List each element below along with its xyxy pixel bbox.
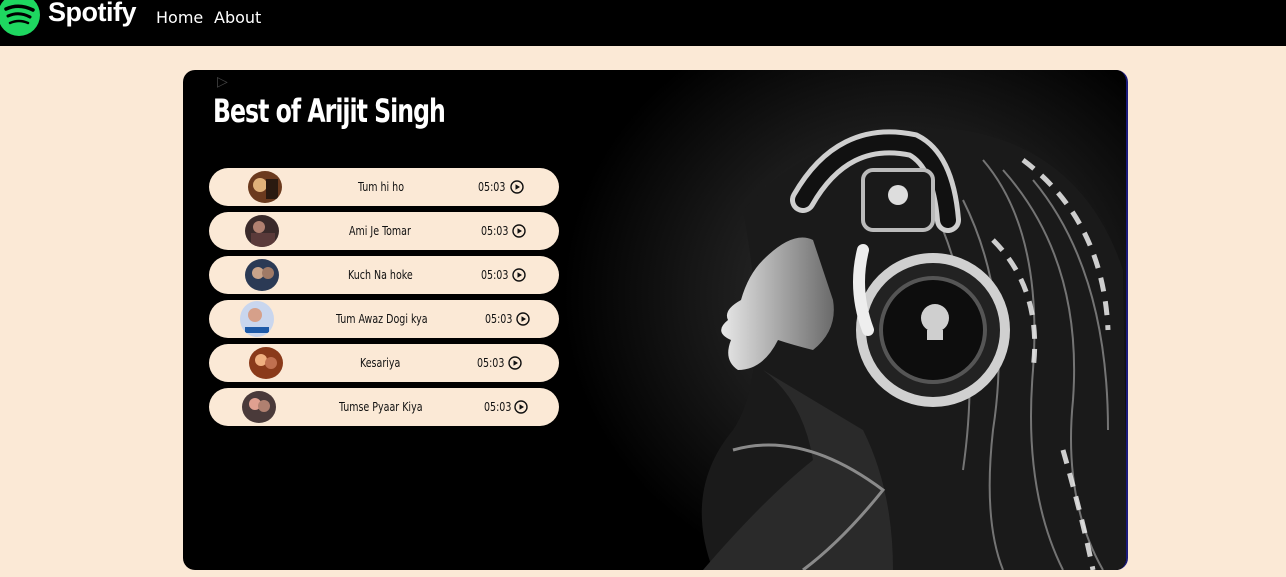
playlist-title: Best of Arijit Singh [213,92,446,130]
song-list: Tum hi ho 05:03 Ami Je Tomar 05:03 Kuch … [209,168,559,432]
headphone-girl-image [563,70,1126,570]
nav-about-link[interactable]: About [214,8,261,27]
song-item[interactable]: Ami Je Tomar 05:03 [209,212,559,250]
play-circle-icon[interactable] [508,356,522,370]
spotify-logo-icon [0,0,40,36]
nav-home-link[interactable]: Home [156,8,203,27]
navbar: Spotify Home About [0,0,1286,46]
play-circle-icon[interactable] [510,180,524,194]
song-item[interactable]: Tumse Pyaar Kiya 05:03 [209,388,559,426]
song-duration: 05:03 [481,224,509,238]
song-title: Kuch Na hoke [348,268,413,282]
song-title: Tum hi ho [358,180,405,194]
song-cover-image [248,171,282,203]
song-cover-image [249,347,283,379]
song-duration: 05:03 [485,312,513,326]
play-circle-icon[interactable] [512,224,526,238]
song-item[interactable]: Tum hi ho 05:03 [209,168,559,206]
song-duration: 05:03 [481,268,509,282]
song-title: Kesariya [360,356,401,370]
song-cover-image [242,391,276,423]
play-circle-icon[interactable] [514,400,528,414]
song-cover-image [245,259,279,291]
song-item[interactable]: Kesariya 05:03 [209,344,559,382]
song-cover-image [245,215,279,247]
song-duration: 05:03 [484,400,512,414]
song-duration: 05:03 [478,180,506,194]
play-circle-icon[interactable] [516,312,530,326]
song-cover-image [240,301,274,337]
song-title: Tumse Pyaar Kiya [339,400,423,414]
song-title: Ami Je Tomar [349,224,411,238]
song-title: Tum Awaz Dogi kya [336,312,428,326]
song-duration: 05:03 [477,356,505,370]
playlist-card: ▷ Best of Arijit Singh Tum hi ho 05:03 A… [183,70,1128,570]
song-item[interactable]: Kuch Na hoke 05:03 [209,256,559,294]
brand-name: Spotify [48,0,137,27]
play-circle-icon[interactable] [512,268,526,282]
mouse-cursor-icon: ▷ [217,73,228,89]
song-item[interactable]: Tum Awaz Dogi kya 05:03 [209,300,559,338]
